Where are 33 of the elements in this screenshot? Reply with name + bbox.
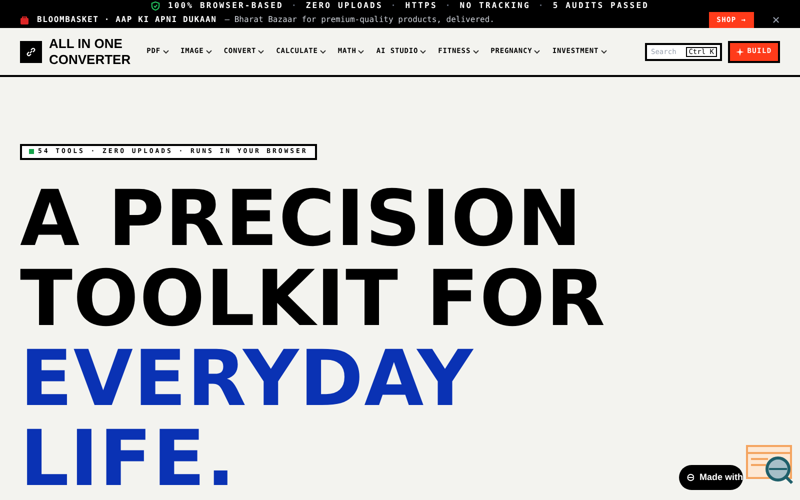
headline-line: EVERYDAY <box>20 340 474 420</box>
chevron-down-icon <box>472 50 479 54</box>
trust-item: ZERO UPLOADS <box>306 0 383 12</box>
separator-dot: · <box>538 0 545 12</box>
close-button[interactable]: × <box>772 14 780 26</box>
chevron-down-icon <box>420 50 426 54</box>
headline-line: LIFE. <box>20 420 236 500</box>
chevron-down-icon <box>534 50 540 54</box>
logo-icon[interactable] <box>20 40 42 62</box>
separator-dot: · <box>390 0 398 12</box>
chevron-down-icon <box>162 50 169 54</box>
trust-item: 5 AUDITS PASSED <box>552 0 650 12</box>
chevron-down-icon <box>358 50 364 54</box>
browser-magnifier-icon[interactable] <box>746 445 794 485</box>
chevron-down-icon <box>600 50 607 54</box>
shield-check-icon <box>150 1 160 11</box>
chevron-down-icon <box>206 50 212 54</box>
promo-brand: BLOOMBASKET · AAP KI APNI DUKAAN <box>37 14 217 26</box>
made-with-badge[interactable]: Made with <box>679 465 743 490</box>
logo-text[interactable]: ALL IN ONE CONVERTER <box>49 36 131 68</box>
basket-icon <box>20 16 29 24</box>
promo-text: — Bharat Bazaar for premium-quality products, delivered. <box>224 14 494 26</box>
separator-dot: · <box>291 0 298 12</box>
trust-item: HTTPS <box>405 0 438 12</box>
headline-line: TOOLKIT FOR <box>20 260 606 340</box>
separator-dot: · <box>445 0 452 12</box>
headline-line: A PRECISION <box>20 180 582 260</box>
logo-icon <box>687 472 694 483</box>
sparkle-icon <box>736 48 744 56</box>
chevron-down-icon <box>258 50 264 54</box>
trust-item: 100% BROWSER-BASED <box>168 0 284 12</box>
chevron-down-icon <box>320 50 326 54</box>
trust-item: NO TRACKING <box>460 0 530 12</box>
